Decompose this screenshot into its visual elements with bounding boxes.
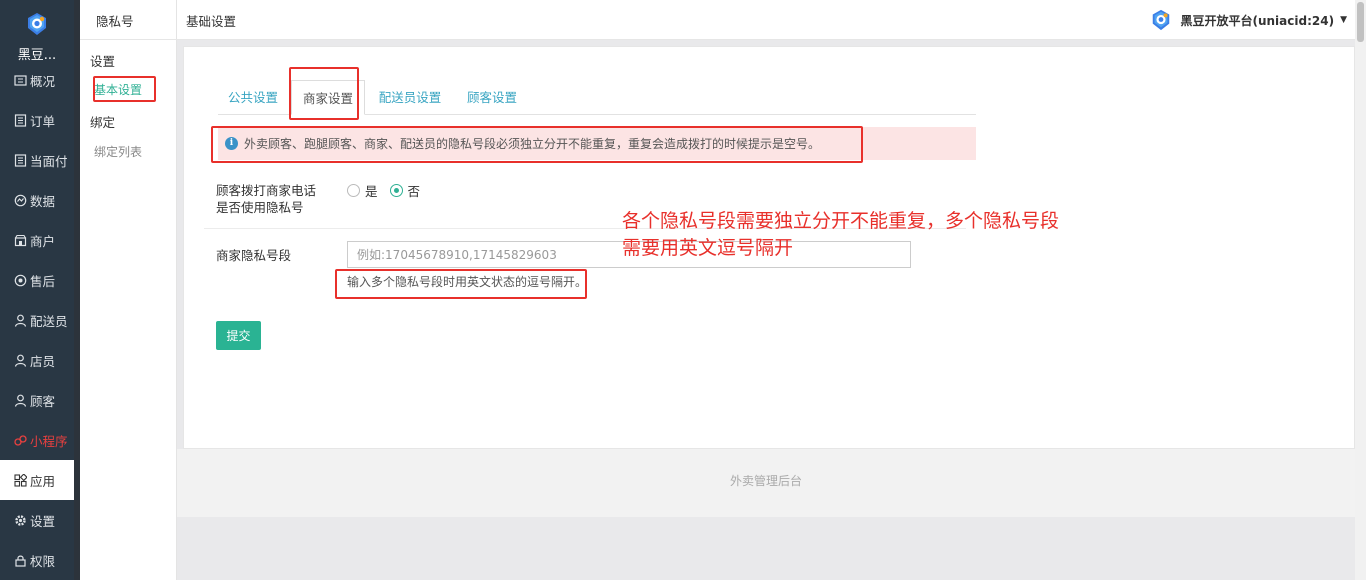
platform-logo-icon [1153,9,1170,31]
logo-icon [28,13,46,35]
nav-label: 概况 [30,73,56,89]
nav-label: 应用 [30,473,56,489]
info-alert-text: 外卖顾客、跑腿顾客、商家、配送员的隐私号段必须独立分开不能重复，重复会造成拨打的… [244,137,821,151]
nav-label: 当面付 [30,153,68,169]
overview-icon [14,74,27,86]
sub-link-binding-list[interactable]: 绑定列表 [94,143,142,160]
nav-label: 配送员 [30,313,68,329]
nav-item-facepay[interactable]: 当面付 [0,140,74,180]
radio-no[interactable] [389,184,403,197]
radio-yes[interactable] [347,184,360,197]
account-name: 黑豆开放平台(uniacid:24) [1180,13,1335,28]
nav-label: 顾客 [30,393,56,409]
order-icon [14,113,27,127]
sub-link-basic-settings[interactable]: 基本设置 [94,81,142,98]
number-range-label: 商家隐私号段 [216,248,292,263]
divider [80,39,177,40]
nav-item-customer[interactable]: 顾客 [0,380,74,420]
pay-icon [14,153,27,167]
radio-yes-label[interactable]: 是 [365,181,378,200]
main-nav: 黑豆... 概况 订单 当面付 数据 商户 售后 配送员 店员 顾客 小程序 应… [0,0,80,580]
tab-customer-settings[interactable]: 顾客设置 [456,80,528,115]
staff-icon [14,354,27,367]
annotation-note: 各个隐私号段需要独立分开不能重复，多个隐私号段 需要用英文逗号隔开 [622,208,1059,262]
nav-label: 数据 [30,193,56,209]
info-icon: i [225,137,238,150]
miniprogram-icon [14,434,27,446]
scrollbar[interactable] [1355,0,1366,580]
nav-item-permissions[interactable]: 权限 [0,540,74,580]
nav-item-data[interactable]: 数据 [0,180,74,220]
data-icon [14,194,27,206]
nav-item-settings[interactable]: 设置 [0,500,74,540]
sub-sidebar-title: 隐私号 [96,14,134,29]
nav-label: 售后 [30,273,56,289]
gear-icon [15,514,26,526]
footer-text: 外卖管理后台 [729,474,802,488]
radio-no-label[interactable]: 否 [408,181,421,200]
nav-label: 店员 [30,353,56,369]
nav-item-orders[interactable]: 订单 [0,100,74,140]
aftersale-icon [14,274,27,286]
lock-icon [15,555,26,567]
scrollbar-thumb[interactable] [1357,2,1364,42]
tab-merchant-settings[interactable]: 商家设置 [291,80,365,115]
sub-group-binding: 绑定 [90,115,116,130]
privacy-call-label-line1: 顾客拨打商家电话 [216,183,317,198]
annotation-line1: 各个隐私号段需要独立分开不能重复，多个隐私号段 [622,210,1060,232]
footer-band: 外卖管理后台 [177,449,1355,517]
nav-label: 小程序 [30,433,68,449]
privacy-call-label-line2: 是否使用隐私号 [216,200,304,215]
tab-public-settings[interactable]: 公共设置 [218,80,288,115]
nav-item-merchant[interactable]: 商户 [0,220,74,260]
privacy-call-radio-group: 是 否 [347,181,432,200]
nav-item-staff[interactable]: 店员 [0,340,74,380]
info-alert: i 外卖顾客、跑腿顾客、商家、配送员的隐私号段必须独立分开不能重复，重复会造成拨… [218,127,976,160]
store-icon [14,234,27,246]
courier-icon [14,314,27,327]
logo[interactable]: 黑豆... [0,0,74,66]
breadcrumb: 基础设置 [186,14,237,29]
nav-item-courier[interactable]: 配送员 [0,300,74,340]
number-range-help: 输入多个隐私号段时用英文状态的逗号隔开。 [347,275,588,289]
nav-label: 商户 [30,233,56,249]
tab-bar: 公共设置 商家设置 配送员设置 顾客设置 [218,80,976,115]
sub-group-settings: 设置 [90,54,116,69]
customer-icon [14,394,27,407]
annotation-line2: 需要用英文逗号隔开 [622,237,794,259]
privacy-call-label: 顾客拨打商家电话 是否使用隐私号 [216,182,316,216]
apps-icon [14,473,27,487]
nav-label: 设置 [30,513,56,529]
top-bar: 基础设置 黑豆开放平台(uniacid:24) ▼ [177,0,1355,40]
nav-item-aftersale[interactable]: 售后 [0,260,74,300]
caret-down-icon: ▼ [1340,15,1347,25]
nav-item-miniprogram[interactable]: 小程序 [0,420,74,460]
nav-label: 订单 [30,113,56,129]
account-menu[interactable]: 黑豆开放平台(uniacid:24) ▼ [1150,8,1347,32]
sub-sidebar: 隐私号 设置 基本设置 绑定 绑定列表 [80,0,177,580]
nav-item-overview[interactable]: 概况 [0,60,74,100]
submit-button[interactable]: 提交 [216,321,261,350]
nav-label: 权限 [30,553,56,569]
nav-item-apps[interactable]: 应用 [0,460,80,500]
tab-courier-settings[interactable]: 配送员设置 [368,80,452,115]
